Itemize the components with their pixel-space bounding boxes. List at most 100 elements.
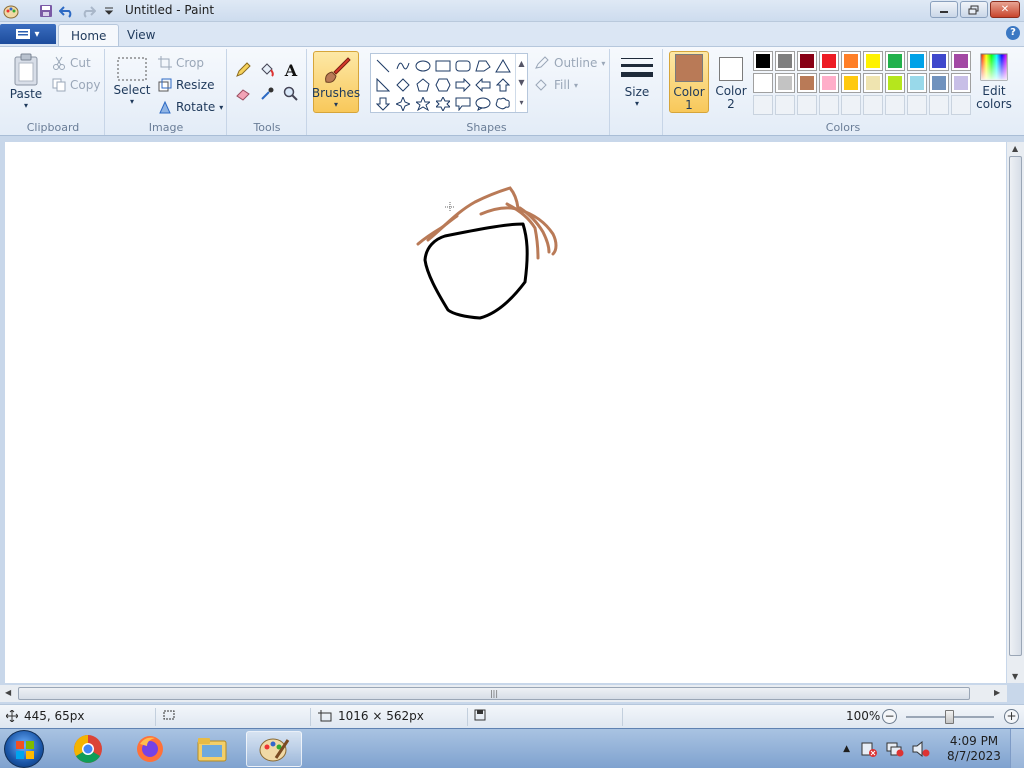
customize-qat-icon[interactable]: [100, 2, 117, 19]
text-icon[interactable]: A: [280, 59, 302, 81]
chevron-up-icon[interactable]: ▲: [518, 59, 524, 68]
diamond-shape-icon[interactable]: [393, 75, 413, 94]
show-desktop-button[interactable]: [1010, 729, 1024, 768]
down-arrow-shape-icon[interactable]: [373, 94, 393, 113]
color-swatch[interactable]: [775, 51, 795, 71]
zoom-slider-thumb[interactable]: [945, 710, 954, 724]
color-swatch[interactable]: [929, 73, 949, 93]
explorer-taskbar-button[interactable]: [184, 731, 240, 767]
cloud-callout-shape-icon[interactable]: [493, 94, 513, 113]
magnifier-icon[interactable]: [280, 83, 302, 105]
color1-button[interactable]: Color 1: [669, 51, 709, 113]
six-point-star-shape-icon[interactable]: [433, 94, 453, 113]
polygon-shape-icon[interactable]: [473, 56, 493, 75]
start-button[interactable]: [4, 730, 44, 768]
paint-taskbar-button[interactable]: [246, 731, 302, 767]
right-arrow-shape-icon[interactable]: [453, 75, 473, 94]
color-swatch[interactable]: [951, 51, 971, 71]
scroll-right-icon[interactable]: ▶: [994, 688, 1000, 697]
color-swatch[interactable]: [775, 73, 795, 93]
scroll-left-icon[interactable]: ◀: [5, 688, 11, 697]
color-swatch[interactable]: [907, 73, 927, 93]
close-button[interactable]: ✕: [990, 1, 1020, 18]
help-icon[interactable]: ?: [1006, 26, 1020, 40]
clock[interactable]: 4:09 PM 8/7/2023: [938, 734, 1010, 764]
scroll-down-icon[interactable]: ▼: [1012, 672, 1018, 681]
zoom-out-button[interactable]: −: [882, 709, 897, 724]
left-arrow-shape-icon[interactable]: [473, 75, 493, 94]
rounded-rectangle-shape-icon[interactable]: [453, 56, 473, 75]
paste-button[interactable]: Paste ▾: [8, 53, 44, 110]
color-swatch[interactable]: [841, 51, 861, 71]
hexagon-shape-icon[interactable]: [433, 75, 453, 94]
fill-bucket-icon[interactable]: [256, 59, 278, 81]
horizontal-scroll-thumb[interactable]: |||: [18, 687, 970, 700]
oval-shape-icon[interactable]: [413, 56, 433, 75]
color-swatch[interactable]: [819, 73, 839, 93]
pencil-icon[interactable]: [232, 59, 254, 81]
chrome-taskbar-button[interactable]: [60, 731, 116, 767]
color-swatch[interactable]: [797, 51, 817, 71]
color-swatch[interactable]: [841, 73, 861, 93]
right-triangle-shape-icon[interactable]: [373, 75, 393, 94]
rect-callout-shape-icon[interactable]: [453, 94, 473, 113]
color-swatch[interactable]: [753, 51, 773, 71]
custom-color-slot[interactable]: [819, 95, 839, 115]
color-swatch[interactable]: [753, 73, 773, 93]
eraser-icon[interactable]: [232, 83, 254, 105]
drawing-canvas[interactable]: [5, 142, 1006, 683]
custom-color-slot[interactable]: [753, 95, 773, 115]
size-button[interactable]: Size ▾: [617, 55, 657, 108]
undo-icon[interactable]: [58, 2, 75, 19]
vertical-scroll-thumb[interactable]: [1009, 156, 1022, 656]
custom-color-slot[interactable]: [797, 95, 817, 115]
expand-gallery-icon[interactable]: ▾: [519, 98, 523, 107]
shapes-scroll[interactable]: ▲ ▼ ▾: [515, 54, 527, 112]
five-point-star-shape-icon[interactable]: [413, 94, 433, 113]
restore-button[interactable]: [960, 1, 988, 18]
scroll-up-icon[interactable]: ▲: [1012, 144, 1018, 153]
minimize-button[interactable]: [930, 1, 958, 18]
show-hidden-icons-icon[interactable]: ▲: [843, 744, 850, 754]
tab-home[interactable]: Home: [58, 24, 120, 46]
oval-callout-shape-icon[interactable]: [473, 94, 493, 113]
custom-color-slot[interactable]: [775, 95, 795, 115]
brushes-button[interactable]: Brushes ▾: [312, 51, 360, 113]
action-center-icon[interactable]: [860, 741, 878, 757]
color-swatch[interactable]: [885, 73, 905, 93]
four-point-star-shape-icon[interactable]: [393, 94, 413, 113]
rectangle-shape-icon[interactable]: [433, 56, 453, 75]
color-swatch[interactable]: [863, 51, 883, 71]
chevron-down-icon[interactable]: ▼: [518, 78, 524, 87]
rotate-button[interactable]: Rotate ▾: [158, 97, 223, 117]
crop-button[interactable]: Crop: [158, 53, 204, 73]
color-picker-icon[interactable]: [256, 83, 278, 105]
color-swatch[interactable]: [907, 51, 927, 71]
fill-button[interactable]: Fill ▾: [534, 75, 578, 95]
select-button[interactable]: Select ▾: [112, 55, 152, 106]
custom-color-slot[interactable]: [885, 95, 905, 115]
custom-color-slot[interactable]: [929, 95, 949, 115]
cut-button[interactable]: Cut: [52, 53, 91, 73]
save-icon[interactable]: [37, 2, 54, 19]
custom-color-slot[interactable]: [951, 95, 971, 115]
network-icon[interactable]: [886, 741, 904, 757]
custom-color-slot[interactable]: [841, 95, 861, 115]
volume-icon[interactable]: [912, 741, 930, 757]
line-shape-icon[interactable]: [373, 56, 393, 75]
paint-app-icon[interactable]: [2, 2, 19, 19]
custom-color-slot[interactable]: [863, 95, 883, 115]
firefox-taskbar-button[interactable]: [122, 731, 178, 767]
edit-colors-button[interactable]: Edit colors: [975, 51, 1013, 113]
color-swatch[interactable]: [863, 73, 883, 93]
color-swatch[interactable]: [951, 73, 971, 93]
paint-menu-button[interactable]: ▾: [0, 24, 56, 44]
triangle-shape-icon[interactable]: [493, 56, 513, 75]
horizontal-scrollbar[interactable]: ◀ ||| ▶: [0, 685, 1007, 702]
color-swatch[interactable]: [819, 51, 839, 71]
curve-shape-icon[interactable]: [393, 56, 413, 75]
outline-button[interactable]: Outline ▾: [534, 53, 605, 73]
tab-view[interactable]: View: [115, 24, 167, 46]
copy-button[interactable]: Copy: [52, 75, 100, 95]
color2-button[interactable]: Color 2: [711, 51, 751, 113]
